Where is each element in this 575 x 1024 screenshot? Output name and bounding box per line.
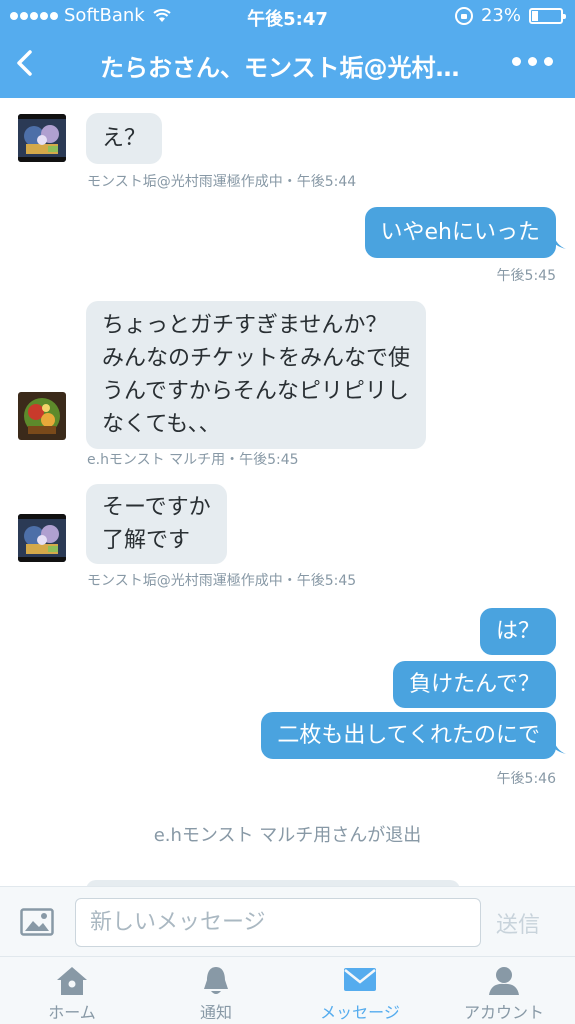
system-message: e.hモンスト マルチ用さんが退出 (153, 825, 422, 846)
envelope-icon (344, 968, 376, 991)
message-meta: 午後5:45 (496, 268, 556, 284)
bell-icon (204, 967, 228, 994)
tab-label: ホーム (48, 1003, 96, 1022)
tab-bar: ホーム 通知 メッセージ アカウント (0, 956, 575, 1024)
avatar-image (18, 114, 66, 162)
more-dot-icon (544, 57, 553, 66)
tab-label: アカウント (463, 1003, 544, 1022)
message-bubble-outgoing[interactable]: は？ (479, 608, 556, 655)
tab-home[interactable]: ホーム (12, 957, 132, 1024)
more-options-button[interactable] (512, 57, 553, 66)
back-button[interactable] (10, 46, 44, 80)
message-line: うんですからそんなピリピリし (102, 379, 409, 404)
more-dot-icon (512, 57, 521, 66)
battery-percent: 23% (480, 5, 521, 26)
message-meta: モンスト垢@光村雨運極作成中・午後5:44 (87, 174, 357, 190)
tab-label: メッセージ (320, 1003, 400, 1022)
avatar-image (18, 514, 66, 562)
message-thread[interactable]: え？ モンスト垢@光村雨運極作成中・午後5:44 いやehにいった 午後5:45… (0, 98, 575, 886)
send-button[interactable]: 送信 (496, 907, 540, 939)
message-bubble-incoming[interactable]: そーですか 了解です (86, 484, 227, 564)
conversation-header: たらおさん、モンスト垢@光村雨運極作成中 (0, 32, 575, 98)
message-meta: 午後5:46 (496, 771, 556, 787)
message-bubble-outgoing[interactable]: 負けたんで？ (393, 661, 556, 708)
status-right: 23% (454, 5, 566, 26)
more-dot-icon (528, 57, 537, 66)
avatar[interactable] (18, 392, 66, 440)
message-line: そーですか (102, 495, 211, 520)
message-line: なくても、、 (102, 412, 221, 437)
rotation-lock-icon (454, 6, 473, 25)
message-bubble-incoming[interactable]: え？ (86, 113, 163, 164)
tab-notifications[interactable]: 通知 (156, 957, 276, 1024)
message-bubble-outgoing[interactable]: いやehにいった (364, 207, 556, 258)
message-meta: モンスト垢@光村雨運極作成中・午後5:45 (87, 573, 357, 589)
message-line: 了解です (102, 528, 191, 553)
message-line: みんなのチケットをみんなで使 (102, 346, 411, 371)
tab-account[interactable]: アカウント (444, 957, 564, 1024)
add-photo-button[interactable] (20, 908, 54, 936)
home-icon (57, 967, 87, 995)
message-bubble-outgoing[interactable]: 二枚も出してくれたのにで (261, 712, 556, 759)
tab-messages[interactable]: メッセージ (300, 957, 420, 1024)
message-line: ちょっとガチすぎませんか？ (102, 313, 388, 338)
tab-label: 通知 (199, 1003, 232, 1022)
avatar-image (18, 392, 66, 440)
bubble-tail (554, 740, 566, 754)
avatar[interactable] (18, 114, 66, 162)
person-icon (489, 967, 519, 995)
battery-icon (529, 7, 566, 24)
battery-fill (532, 10, 538, 21)
message-input[interactable] (75, 898, 481, 947)
avatar[interactable] (18, 514, 66, 562)
status-bar: SoftBank 午後5:47 23% (0, 0, 575, 32)
message-composer: 送信 (0, 886, 575, 956)
message-meta: e.hモンスト マルチ用・午後5:45 (87, 452, 299, 468)
conversation-title: たらおさん、モンスト垢@光村雨運極作成中 (100, 54, 480, 82)
bubble-tail (554, 235, 566, 249)
message-bubble-incoming[interactable]: ちょっとガチすぎませんか？ みんなのチケットをみんなで使 うんですからそんなピリ… (86, 301, 427, 449)
